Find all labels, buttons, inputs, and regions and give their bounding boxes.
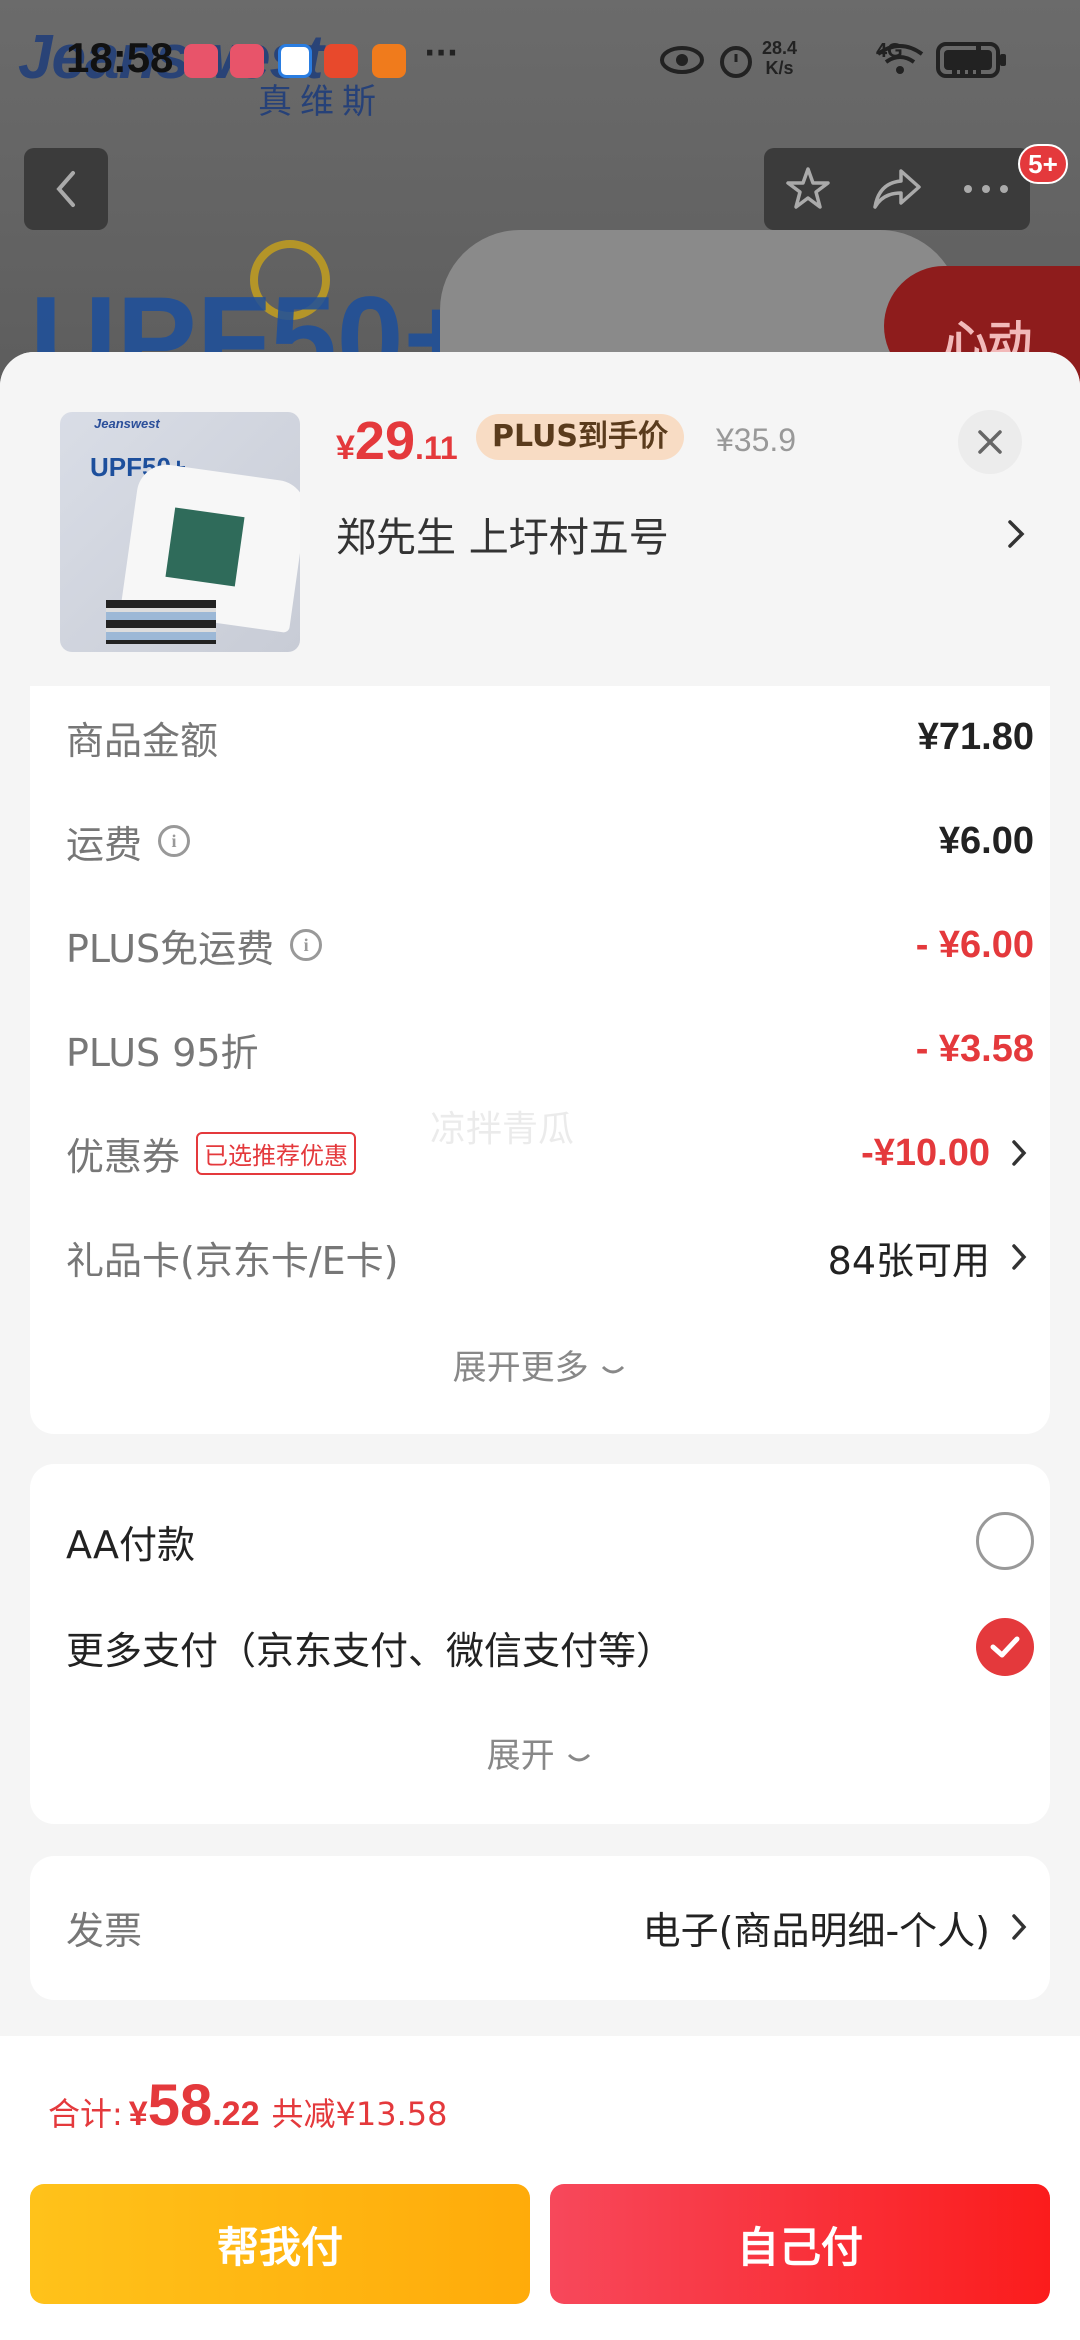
- top-action-group: [764, 148, 1030, 230]
- more-icon[interactable]: [962, 183, 1010, 195]
- alarm-icon: [720, 46, 752, 78]
- help-me-pay-button[interactable]: 帮我付: [30, 2184, 530, 2304]
- status-bar: 18:58 ··· 28.4 K/s 4G: [0, 0, 1080, 120]
- network-speed: 28.4 K/s: [762, 38, 797, 78]
- goods-amount-value: ¥71.80: [917, 715, 1034, 758]
- gift-card-value-wrap: 84张可用: [828, 1230, 1034, 1285]
- chevron-right-icon: [1008, 520, 1025, 548]
- original-price: ¥35.9: [716, 422, 797, 458]
- total-label: 合计:: [48, 2095, 123, 2133]
- price-symbol: ¥: [336, 429, 355, 467]
- chevron-right-icon: [1004, 1907, 1034, 1947]
- app-notification-icon: [184, 44, 218, 78]
- goods-amount-label: 商品金额: [66, 718, 219, 763]
- info-icon[interactable]: i: [158, 825, 191, 857]
- pay-myself-button[interactable]: 自己付: [550, 2184, 1050, 2304]
- plus-free-shipping-value: - ¥6.00: [915, 923, 1034, 966]
- plus-discount-row: PLUS 95折 - ¥3.58: [66, 1014, 1034, 1084]
- plus-discount-label: PLUS 95折: [66, 1030, 259, 1075]
- invoice-card[interactable]: 发票 电子(商品明细-个人): [30, 1856, 1050, 2000]
- payment-card: AA付款 更多支付（京东支付、微信支付等） 展开: [30, 1464, 1050, 1824]
- shipping-row: 运费 i ¥6.00: [66, 806, 1034, 876]
- price-decimal: .11: [415, 430, 458, 466]
- invoice-row[interactable]: 发票 电子(商品明细-个人): [66, 1892, 1034, 1962]
- back-button[interactable]: [24, 148, 108, 230]
- total-row: 合计: ¥ 58 .22 共减¥13.58: [48, 2072, 447, 2139]
- eye-icon: [660, 46, 704, 74]
- address-text: 郑先生 上圩村五号: [336, 515, 669, 561]
- expand-payment-button[interactable]: 展开: [30, 1728, 1050, 1777]
- plus-free-shipping-label-wrap: PLUS免运费 i: [66, 918, 323, 973]
- share-icon[interactable]: [871, 165, 923, 213]
- total-symbol: ¥: [128, 2095, 148, 2133]
- tshirt-print: [165, 507, 245, 587]
- coupon-label-wrap: 优惠券 已选推荐优惠: [66, 1126, 357, 1181]
- price-integer: 29: [354, 411, 415, 471]
- thumb-logo: Jeanswest: [94, 416, 160, 431]
- plus-discount-value: - ¥3.58: [915, 1027, 1034, 1070]
- battery-icon: [936, 42, 1006, 78]
- more-payment-row[interactable]: 更多支付（京东支付、微信支付等）: [66, 1612, 1034, 1682]
- invoice-value-wrap: 电子(商品明细-个人): [643, 1900, 1034, 1955]
- plus-free-shipping-label: PLUS免运费: [66, 926, 275, 971]
- notification-badge: 5+: [1018, 144, 1068, 184]
- chevron-down-icon: [568, 1753, 591, 1762]
- checkout-bottom-bar: 合计: ¥ 58 .22 共减¥13.58 帮我付 自己付: [0, 2036, 1080, 2340]
- app-notification-icon: [230, 44, 264, 78]
- shipping-value: ¥6.00: [938, 819, 1034, 862]
- order-summary-card: 商品金额 ¥71.80 运费 i ¥6.00 PLUS免运费 i - ¥6.00 P…: [30, 686, 1050, 1434]
- star-icon[interactable]: [784, 165, 832, 213]
- product-thumbnail[interactable]: Jeanswest UPF50+: [60, 412, 300, 652]
- coupon-label: 优惠券: [66, 1134, 181, 1179]
- net-speed-value: 28.4: [762, 38, 798, 58]
- network-type: 4G: [876, 40, 903, 62]
- invoice-value: 电子(商品明细-个人): [642, 1908, 990, 1953]
- aa-payment-radio[interactable]: [976, 1512, 1034, 1570]
- plus-price-tag: PLUS到手价: [476, 414, 685, 460]
- folded-shirts-image: [106, 600, 216, 644]
- invoice-label: 发票: [66, 1908, 143, 1953]
- aa-payment-label: AA付款: [66, 1522, 196, 1567]
- app-notification-icon: [324, 44, 358, 78]
- gift-card-value: 84张可用: [827, 1238, 990, 1283]
- gift-card-label: 礼品卡(京东卡/E卡): [66, 1238, 399, 1283]
- address-row[interactable]: 郑先生 上圩村五号: [336, 504, 1026, 564]
- expand-payment-label: 展开: [486, 1736, 555, 1776]
- goods-amount-row: 商品金额 ¥71.80: [66, 702, 1034, 772]
- watermark: 凉拌青瓜: [430, 1109, 575, 1150]
- plus-free-shipping-row: PLUS免运费 i - ¥6.00: [66, 910, 1034, 980]
- app-notification-icon: [372, 44, 406, 78]
- coupon-value-wrap: -¥10.00: [861, 1132, 1034, 1175]
- status-time: 18:58: [66, 34, 174, 81]
- chevron-right-icon: [1004, 1237, 1034, 1277]
- product-price: ¥ 29 .11: [336, 410, 458, 471]
- chevron-left-icon: [56, 171, 75, 207]
- chevron-right-icon: [1004, 1133, 1034, 1173]
- product-header: Jeanswest UPF50+ ¥ 29 .11 PLUS到手价 ¥35.9 …: [0, 352, 1080, 688]
- close-icon: [978, 430, 1002, 454]
- gift-card-row[interactable]: 礼品卡(京东卡/E卡) 84张可用: [66, 1222, 1034, 1292]
- more-notifications-icon: ···: [424, 36, 459, 71]
- close-button[interactable]: [958, 410, 1022, 474]
- info-icon[interactable]: i: [290, 929, 323, 961]
- expand-more-label: 展开更多: [452, 1348, 589, 1388]
- total-integer: 58: [147, 2073, 213, 2138]
- shield-app-icon: [278, 44, 312, 78]
- shipping-label-wrap: 运费 i: [66, 814, 191, 869]
- total-decimal: .22: [212, 2095, 260, 2133]
- net-speed-unit: K/s: [765, 58, 794, 78]
- aa-payment-row[interactable]: AA付款: [66, 1506, 1034, 1576]
- coupon-value: -¥10.00: [861, 1131, 990, 1174]
- coupon-tag: 已选推荐优惠: [196, 1131, 357, 1175]
- total-saved: 共减¥13.58: [271, 2095, 448, 2133]
- checkmark-icon: [990, 1636, 1020, 1658]
- more-payment-label: 更多支付（京东支付、微信支付等）: [66, 1628, 675, 1673]
- chevron-down-icon: [602, 1365, 625, 1374]
- shipping-label: 运费: [66, 822, 143, 867]
- expand-more-button[interactable]: 展开更多: [30, 1340, 1050, 1389]
- more-payment-radio-checked[interactable]: [976, 1618, 1034, 1676]
